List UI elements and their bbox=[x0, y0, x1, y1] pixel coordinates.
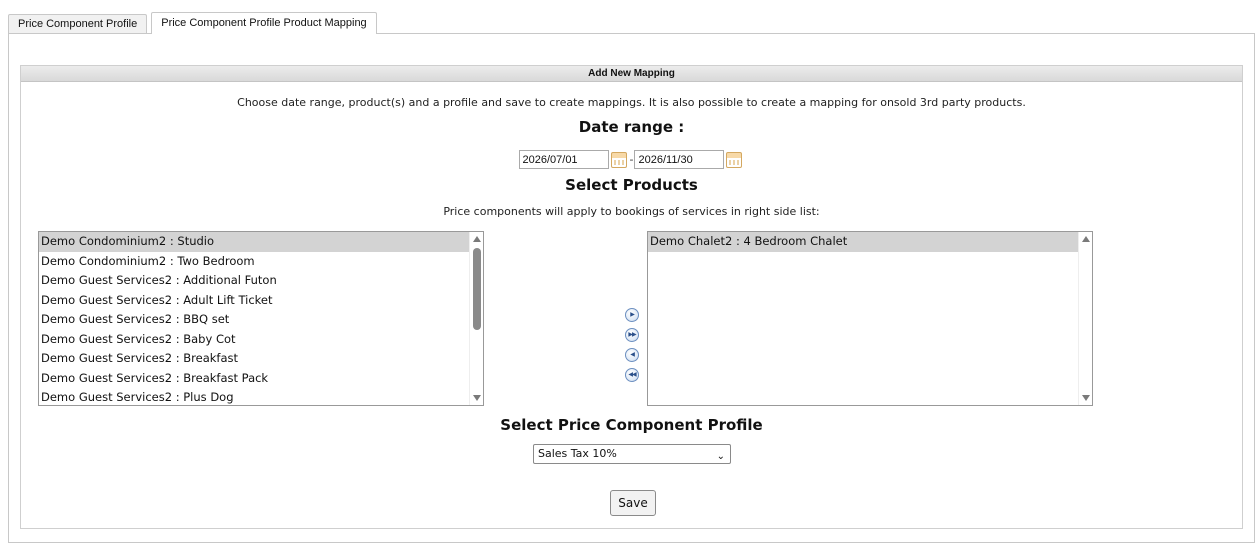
list-item[interactable]: Demo Guest Services2 : Breakfast Pack bbox=[39, 369, 483, 389]
available-products-list[interactable]: Demo Condominium2 : Studio Demo Condomin… bbox=[38, 231, 484, 406]
scroll-up-arrow-icon[interactable] bbox=[1082, 236, 1090, 242]
list-item[interactable]: Demo Guest Services2 : Additional Futon bbox=[39, 271, 483, 291]
scroll-up-arrow-icon[interactable] bbox=[473, 236, 481, 242]
date-separator: - bbox=[629, 153, 634, 166]
select-profile-heading: Select Price Component Profile bbox=[500, 416, 763, 434]
tab-price-component-profile-product-mapping[interactable]: Price Component Profile Product Mapping bbox=[151, 12, 377, 34]
select-value: Sales Tax 10% bbox=[538, 447, 617, 460]
list-item[interactable]: Demo Condominium2 : Two Bedroom bbox=[39, 252, 483, 272]
scrollbar[interactable] bbox=[469, 232, 483, 405]
chevron-down-icon: ⌄ bbox=[716, 451, 725, 462]
scroll-thumb[interactable] bbox=[473, 248, 481, 330]
scroll-down-arrow-icon[interactable] bbox=[1082, 395, 1090, 401]
calendar-icon[interactable] bbox=[726, 151, 743, 168]
start-date-input[interactable] bbox=[518, 150, 609, 169]
double-arrow-right-icon: ▶▶ bbox=[628, 331, 636, 338]
date-range-heading: Date range : bbox=[578, 118, 685, 136]
list-item[interactable]: Demo Chalet2 : 4 Bedroom Chalet bbox=[648, 232, 1092, 252]
selected-products-list[interactable]: Demo Chalet2 : 4 Bedroom Chalet bbox=[647, 231, 1093, 406]
tab-panel: Add New Mapping Choose date range, produ… bbox=[8, 33, 1255, 543]
panel-header: Add New Mapping bbox=[21, 66, 1242, 82]
tab-price-component-profile[interactable]: Price Component Profile bbox=[8, 14, 148, 34]
arrow-left-icon: ◀ bbox=[630, 351, 635, 358]
move-left-button[interactable]: ◀ bbox=[625, 348, 639, 362]
intro-text: Choose date range, product(s) and a prof… bbox=[237, 96, 1026, 109]
add-new-mapping-panel: Add New Mapping Choose date range, produ… bbox=[20, 65, 1243, 529]
move-right-button[interactable]: ▶ bbox=[625, 308, 639, 322]
price-component-profile-select[interactable]: Sales Tax 10% ⌄ bbox=[533, 444, 731, 464]
move-all-left-button[interactable]: ◀◀ bbox=[625, 368, 639, 382]
list-item[interactable]: Demo Guest Services2 : Plus Dog bbox=[39, 388, 483, 405]
double-arrow-left-icon: ◀◀ bbox=[628, 371, 636, 378]
products-subtext: Price components will apply to bookings … bbox=[443, 205, 820, 218]
select-products-heading: Select Products bbox=[565, 176, 698, 194]
scroll-down-arrow-icon[interactable] bbox=[473, 395, 481, 401]
scrollbar[interactable] bbox=[1078, 232, 1092, 405]
date-range-row: - bbox=[21, 150, 1242, 169]
tab-bar: Price Component Profile Price Component … bbox=[8, 12, 381, 34]
arrow-right-icon: ▶ bbox=[630, 311, 635, 318]
list-item[interactable]: Demo Guest Services2 : BBQ set bbox=[39, 310, 483, 330]
move-all-right-button[interactable]: ▶▶ bbox=[625, 328, 639, 342]
calendar-icon[interactable] bbox=[610, 151, 627, 168]
save-button[interactable]: Save bbox=[610, 490, 656, 516]
list-item[interactable]: Demo Guest Services2 : Baby Cot bbox=[39, 330, 483, 350]
list-item[interactable]: Demo Condominium2 : Studio bbox=[39, 232, 483, 252]
end-date-input[interactable] bbox=[634, 150, 725, 169]
list-item[interactable]: Demo Guest Services2 : Breakfast bbox=[39, 349, 483, 369]
list-item[interactable]: Demo Guest Services2 : Adult Lift Ticket bbox=[39, 291, 483, 311]
